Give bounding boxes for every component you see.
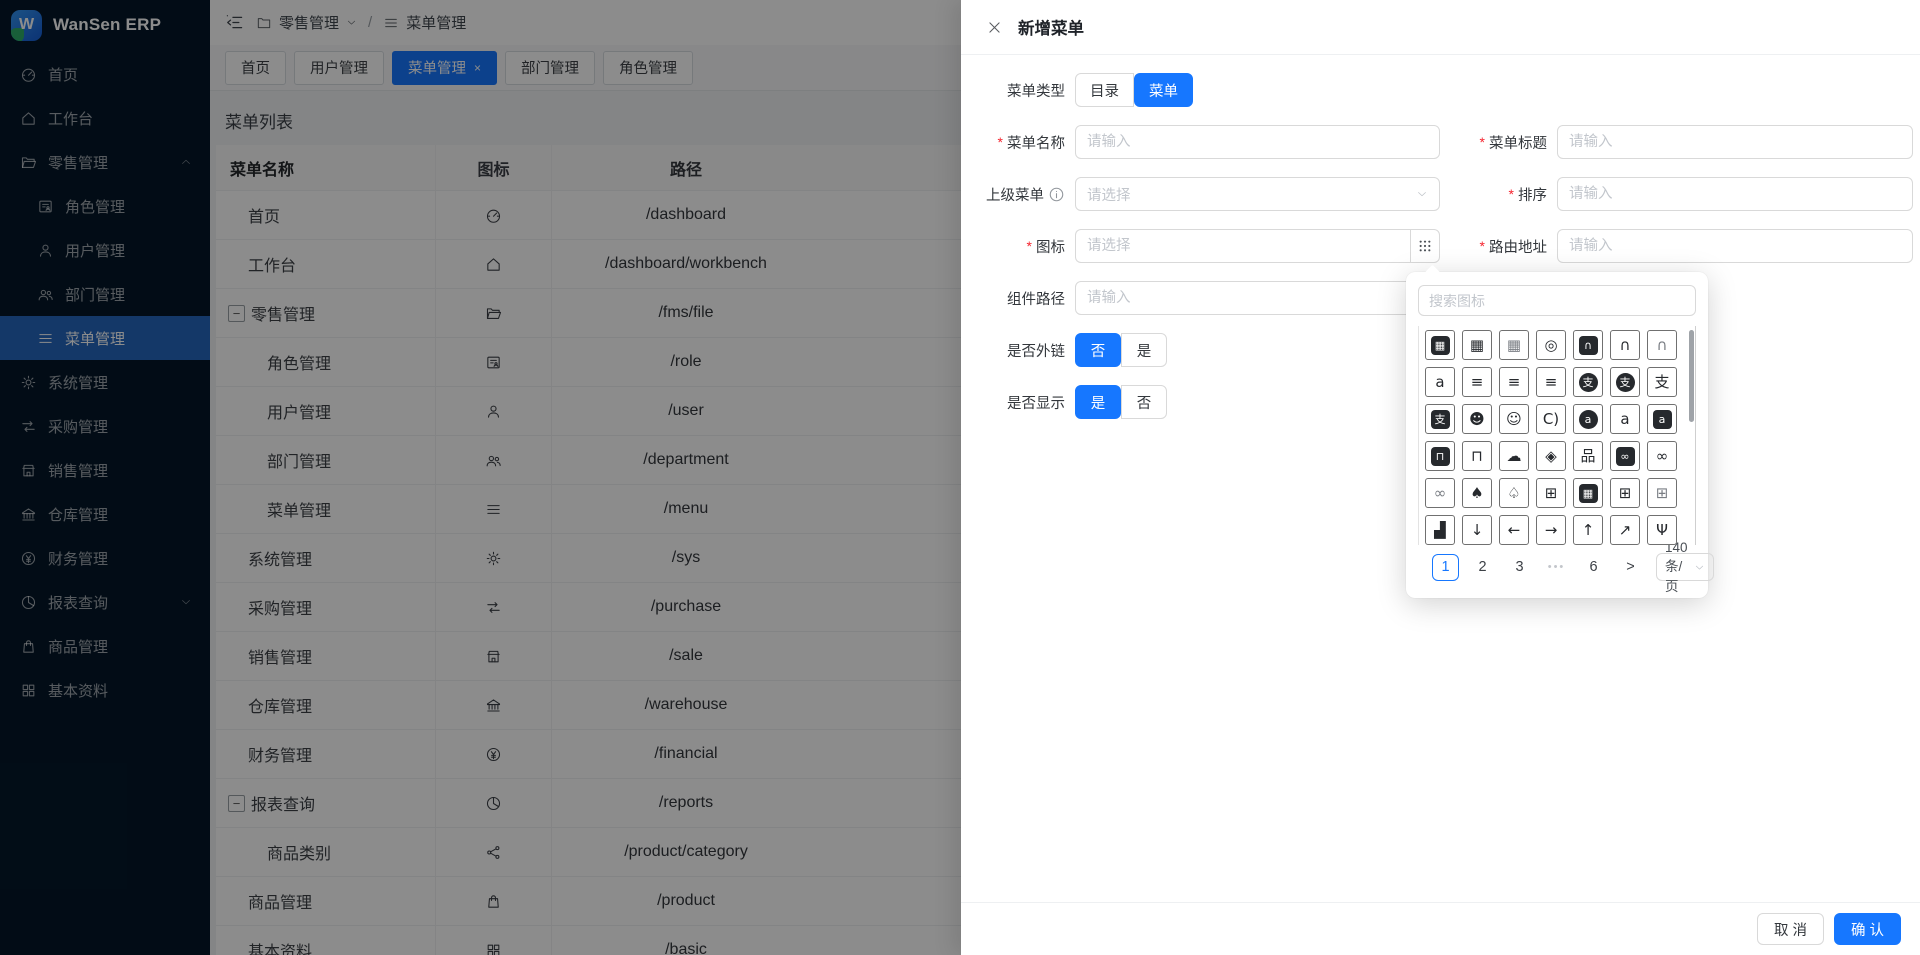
icon-option-arrows-alt-outlined[interactable]: ↗	[1610, 515, 1640, 545]
icon-option-ant-cloud-outlined[interactable]: ☁	[1499, 441, 1529, 471]
page-button[interactable]: >	[1617, 554, 1644, 581]
icon-option-alibaba-outlined[interactable]: a	[1425, 367, 1455, 397]
drawer-header: 新增菜单	[961, 0, 1920, 55]
component-path-input[interactable]	[1075, 281, 1440, 315]
icon-option-arrow-down-outlined[interactable]: ↓	[1462, 515, 1492, 545]
field-label-component: 组件路径	[1007, 288, 1075, 309]
icon-option-alert-twotone[interactable]: ∩	[1647, 330, 1677, 360]
external-link-group: 否 是	[1075, 333, 1167, 367]
pagination: 123•••6>140 条/页	[1418, 553, 1696, 581]
close-icon[interactable]	[986, 19, 1003, 36]
page-size-select[interactable]: 140 条/页	[1656, 553, 1714, 581]
menu-type-option-directory[interactable]: 目录	[1075, 73, 1134, 107]
icon-option-account-book-filled[interactable]: ▦	[1425, 330, 1455, 360]
icon-option-aliyun-outlined[interactable]: C)	[1536, 404, 1566, 434]
icon-option-android-filled[interactable]: ⊓	[1425, 441, 1455, 471]
menu-type-segmented: 目录 菜单	[1075, 73, 1193, 107]
page-button[interactable]: 6	[1580, 554, 1607, 581]
icon-option-align-right-outlined[interactable]: ≡	[1536, 367, 1566, 397]
icon-option-alert-outlined[interactable]: ∩	[1610, 330, 1640, 360]
icon-option-api-filled[interactable]: ∞	[1610, 441, 1640, 471]
icon-field	[1075, 229, 1440, 263]
visible-option-yes[interactable]: 是	[1075, 385, 1121, 419]
icon-picker-button[interactable]	[1410, 229, 1440, 263]
cancel-button[interactable]: 取 消	[1757, 913, 1824, 945]
confirm-button[interactable]: 确 认	[1834, 913, 1901, 945]
menu-name-input[interactable]	[1075, 125, 1440, 159]
icon-option-amazon-outlined[interactable]: a	[1610, 404, 1640, 434]
field-label-name: *菜单名称	[998, 132, 1075, 153]
menu-title-input[interactable]	[1557, 125, 1913, 159]
icon-grid-wrap: ▦ ▦ ▦ ◎ ∩ ∩ ∩ a ≡ ≡ ≡ 支 支 支 支 ☻ ☺ C) a a…	[1418, 326, 1696, 545]
external-option-yes[interactable]: 是	[1121, 333, 1167, 367]
page-button[interactable]: 3	[1506, 554, 1533, 581]
icon-search-input[interactable]	[1418, 285, 1696, 316]
field-label-external: 是否外链	[1007, 340, 1075, 361]
visible-group: 是 否	[1075, 385, 1167, 419]
external-option-no[interactable]: 否	[1075, 333, 1121, 367]
scrollbar-thumb[interactable]	[1689, 330, 1694, 422]
icon-option-alipay-circle-outlined[interactable]: 支	[1610, 367, 1640, 397]
icon-option-arrow-left-outlined[interactable]: ←	[1499, 515, 1529, 545]
icon-option-api-twotone[interactable]: ∞	[1425, 478, 1455, 508]
icon-option-aim-outlined[interactable]: ◎	[1536, 330, 1566, 360]
route-input[interactable]	[1557, 229, 1913, 263]
icon-option-apple-outlined[interactable]: ♤	[1499, 478, 1529, 508]
icon-option-apple-filled[interactable]: ♠	[1462, 478, 1492, 508]
icon-option-android-outlined[interactable]: ⊓	[1462, 441, 1492, 471]
field-label-icon: *图标	[1027, 236, 1075, 257]
field-label-visible: 是否显示	[1007, 392, 1075, 413]
icon-picker-popup: ▦ ▦ ▦ ◎ ∩ ∩ ∩ a ≡ ≡ ≡ 支 支 支 支 ☻ ☺ C) a a…	[1406, 272, 1708, 598]
icon-option-arrow-up-outlined[interactable]: ↑	[1573, 515, 1603, 545]
parent-menu-select[interactable]: 请选择	[1075, 177, 1440, 211]
icon-option-alipay-outlined[interactable]: 支	[1647, 367, 1677, 397]
icon-option-appstore-add-outlined[interactable]: ⊞	[1536, 478, 1566, 508]
field-label-type: 菜单类型	[1007, 80, 1075, 101]
icon-option-audio-filled[interactable]: Ψ	[1647, 515, 1677, 545]
chevron-down-icon	[1694, 562, 1705, 573]
icon-option-alipay-square-filled[interactable]: 支	[1425, 404, 1455, 434]
drawer-title: 新增菜单	[1018, 15, 1084, 39]
drawer-footer: 取 消 确 认	[961, 902, 1920, 955]
icon-option-account-book-outlined[interactable]: ▦	[1462, 330, 1492, 360]
icon-option-area-chart-outlined[interactable]: ▟	[1425, 515, 1455, 545]
page-button[interactable]: 1	[1432, 554, 1459, 581]
field-label-parent: 上级菜单	[986, 184, 1075, 205]
menu-type-option-menu[interactable]: 菜单	[1134, 73, 1193, 107]
icon-option-align-left-outlined[interactable]: ≡	[1499, 367, 1529, 397]
icon-option-appstore-filled[interactable]: ▦	[1573, 478, 1603, 508]
icon-option-aliwangwang-filled[interactable]: ☻	[1462, 404, 1492, 434]
page-button[interactable]: •••	[1543, 554, 1570, 581]
sort-input[interactable]	[1557, 177, 1913, 211]
icon-option-amazon-square-filled[interactable]: a	[1647, 404, 1677, 434]
icon-option-account-book-twotone[interactable]: ▦	[1499, 330, 1529, 360]
icon-option-amazon-circle-filled[interactable]: a	[1573, 404, 1603, 434]
icon-option-arrow-right-outlined[interactable]: →	[1536, 515, 1566, 545]
icon-grid: ▦ ▦ ▦ ◎ ∩ ∩ ∩ a ≡ ≡ ≡ 支 支 支 支 ☻ ☺ C) a a…	[1425, 330, 1695, 545]
icon-option-appstore-twotone[interactable]: ⊞	[1647, 478, 1677, 508]
grid-dots-icon	[1417, 238, 1433, 254]
icon-option-aliwangwang-outlined[interactable]: ☺	[1499, 404, 1529, 434]
field-label-route: *路由地址	[1480, 236, 1557, 257]
field-label-title: *菜单标题	[1480, 132, 1557, 153]
icon-option-align-center-outlined[interactable]: ≡	[1462, 367, 1492, 397]
visible-option-no[interactable]: 否	[1121, 385, 1167, 419]
chevron-down-icon	[1416, 188, 1428, 200]
field-label-sort: *排序	[1509, 184, 1557, 205]
info-circle-icon	[1048, 186, 1065, 203]
icon-option-appstore-outlined[interactable]: ⊞	[1610, 478, 1640, 508]
icon-option-alert-filled[interactable]: ∩	[1573, 330, 1603, 360]
icon-option-api-outlined[interactable]: ∞	[1647, 441, 1677, 471]
icon-option-ant-design-outlined[interactable]: ◈	[1536, 441, 1566, 471]
icon-option-alipay-circle-filled[interactable]: 支	[1573, 367, 1603, 397]
icon-option-apartment-outlined[interactable]: 品	[1573, 441, 1603, 471]
icon-select-input[interactable]	[1075, 229, 1410, 263]
page-button[interactable]: 2	[1469, 554, 1496, 581]
